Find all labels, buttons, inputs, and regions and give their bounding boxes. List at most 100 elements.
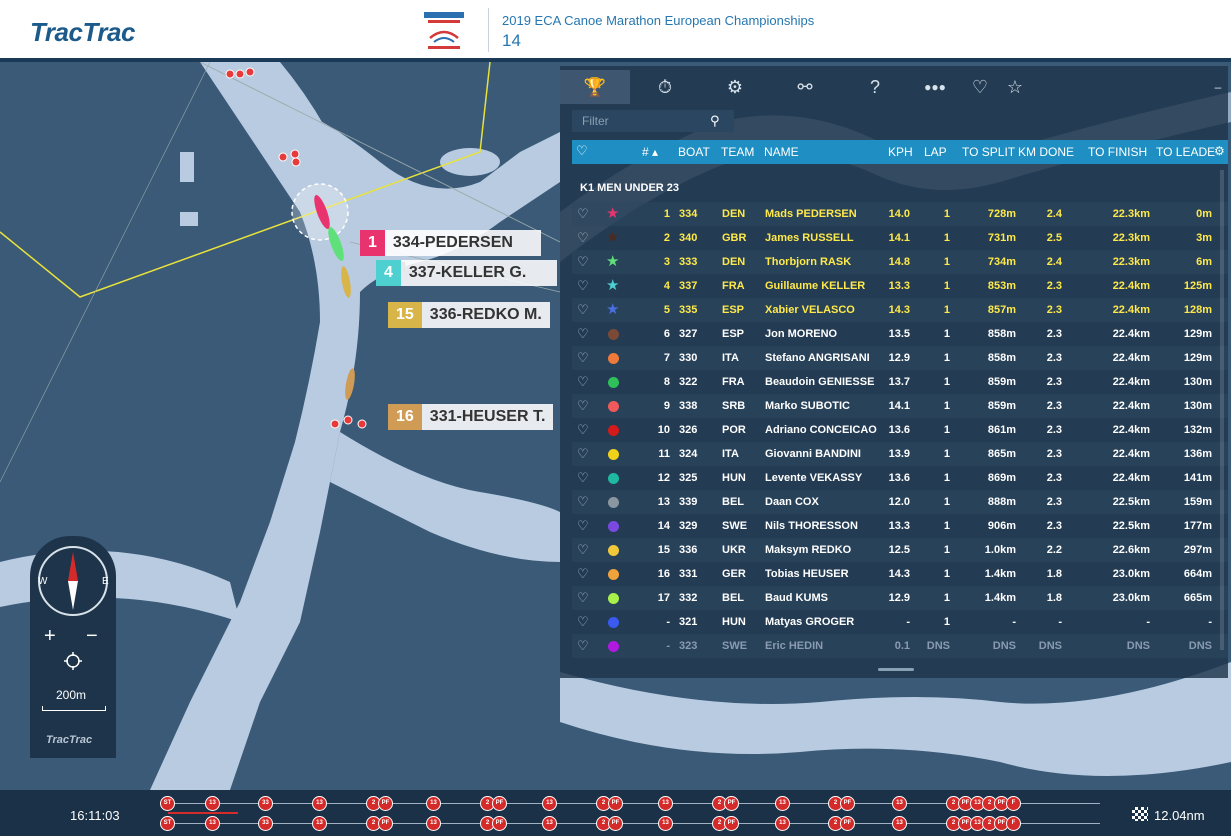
table-row[interactable]: ♡ 6 327 ESP Jon MORENO 13.5 1 858m 2.3 22.4km 129m	[572, 322, 1228, 346]
timeline-marker[interactable]: 13	[658, 816, 673, 831]
col-to-finish[interactable]: TO FINISH	[1088, 145, 1147, 159]
favorite-heart-icon[interactable]: ♡	[577, 494, 589, 510]
tab-share[interactable]: ⚯	[770, 70, 840, 104]
collapse-panel-button[interactable]: –	[1208, 70, 1228, 104]
table-row[interactable]: ♡ ★ 4 337 FRA Guillaume KELLER 13.3 1 853m 2.3 22.…	[572, 274, 1228, 298]
timeline-marker[interactable]: F	[1006, 816, 1021, 831]
boat-label-pedersen[interactable]: 1 334-PEDERSEN M.	[360, 230, 541, 277]
timeline-marker[interactable]: ST	[160, 816, 175, 831]
table-row[interactable]: ♡ 8 322 FRA Beaudoin GENIESSE 13.7 1 859m 2.3 22.…	[572, 370, 1228, 394]
favorite-heart-icon[interactable]: ♡	[577, 422, 589, 438]
favorite-heart-icon[interactable]: ♡	[577, 326, 589, 342]
tractrac-logo[interactable]: TracTrac	[30, 17, 135, 48]
boat-label-redko[interactable]: 15 336-REDKO M.	[388, 302, 550, 328]
table-row[interactable]: ♡ 10 326 POR Adriano CONCEICAO 13.6 1 861m 2.3 22…	[572, 418, 1228, 442]
timeline-marker[interactable]: PF	[378, 816, 393, 831]
tab-timer[interactable]: ⏱	[630, 70, 700, 104]
timeline-marker[interactable]: 13	[892, 796, 907, 811]
timeline-marker[interactable]: 13	[426, 796, 441, 811]
favorite-heart-icon[interactable]: ♡	[577, 566, 589, 582]
toggle-all-boats[interactable]: ●●●	[910, 70, 960, 104]
favorite-heart-icon[interactable]: ♡	[577, 638, 589, 654]
col-km-done[interactable]: KM DONE	[1018, 145, 1074, 159]
tab-help[interactable]: ?	[840, 70, 910, 104]
locate-crosshair-icon[interactable]	[64, 652, 82, 670]
timeline-marker[interactable]: 33	[258, 796, 273, 811]
favorite-heart-icon[interactable]: ♡	[577, 230, 589, 246]
header-heart-icon[interactable]: ♡	[576, 143, 588, 159]
table-row[interactable]: ♡ ★ 5 335 ESP Xabier VELASCO 14.3 1 857m 2.3 22.4k…	[572, 298, 1228, 322]
timeline-marker[interactable]: 13	[312, 796, 327, 811]
table-row[interactable]: ♡ ★ 3 333 DEN Thorbjorn RASK 14.8 1 734m 2.4 22.3k…	[572, 250, 1228, 274]
leaderboard-scrollbar[interactable]	[1220, 170, 1224, 650]
timeline-marker[interactable]: PF	[492, 796, 507, 811]
favorite-heart-icon[interactable]: ♡	[577, 350, 589, 366]
timeline-marker[interactable]: PF	[840, 816, 855, 831]
zoom-in-button[interactable]: +	[44, 626, 56, 646]
favorite-heart-icon[interactable]: ♡	[577, 374, 589, 390]
table-row[interactable]: ♡ 11 324 ITA Giovanni BANDINI 13.9 1 865m 2.3 22.…	[572, 442, 1228, 466]
col-team[interactable]: TEAM	[721, 145, 754, 159]
boat-label-keller[interactable]: 4 337-KELLER G.	[376, 260, 557, 286]
timeline-marker[interactable]: PF	[724, 816, 739, 831]
table-row[interactable]: ♡ 16 331 GER Tobias HEUSER 14.3 1 1.4km 1.8 23.0k…	[572, 562, 1228, 586]
boat-label-heuser[interactable]: 16 331-HEUSER T.	[388, 404, 554, 430]
tab-settings[interactable]: ⚙	[700, 70, 770, 104]
col-lap[interactable]: LAP	[924, 145, 947, 159]
column-settings-icon[interactable]: ⚙	[1214, 144, 1225, 158]
favorite-heart-icon[interactable]: ♡	[577, 254, 589, 270]
search-icon[interactable]: ⚲	[710, 113, 720, 129]
timeline-marker[interactable]: PF	[840, 796, 855, 811]
tab-leaderboard[interactable]: 🏆	[560, 70, 630, 104]
col-name[interactable]: NAME	[764, 145, 799, 159]
timeline-marker[interactable]: PF	[724, 796, 739, 811]
timeline-marker[interactable]: 13	[775, 816, 790, 831]
col-to-leader[interactable]: TO LEADE	[1156, 145, 1215, 159]
table-row[interactable]: ♡ 7 330 ITA Stefano ANGRISANI 12.9 1 858m 2.3 22.…	[572, 346, 1228, 370]
favorite-heart-icon[interactable]: ♡	[577, 470, 589, 486]
favorite-heart-icon[interactable]: ♡	[577, 398, 589, 414]
zoom-out-button[interactable]: −	[86, 626, 98, 646]
table-row[interactable]: ♡ 14 329 SWE Nils THORESSON 13.3 1 906m 2.3 22.5k…	[572, 514, 1228, 538]
favorite-heart-icon[interactable]: ♡	[577, 278, 589, 294]
timeline-marker[interactable]: 13	[542, 816, 557, 831]
timeline-marker[interactable]: F	[1006, 796, 1021, 811]
favorite-heart-icon[interactable]: ♡	[577, 518, 589, 534]
table-row[interactable]: ♡ 9 338 SRB Marko SUBOTIC 14.1 1 859m 2.3 22.4km 1…	[572, 394, 1228, 418]
col-kph[interactable]: KPH	[888, 145, 913, 159]
timeline-marker[interactable]: ST	[160, 796, 175, 811]
col-position[interactable]: # ▴	[642, 145, 658, 159]
favorite-heart-icon[interactable]: ♡	[577, 542, 589, 558]
timeline-marker[interactable]: 13	[892, 816, 907, 831]
table-row[interactable]: ♡ -321 HUN Matyas GROGER -1- - - -	[572, 610, 1228, 634]
favorite-heart-icon[interactable]: ♡	[577, 614, 589, 630]
timeline-marker[interactable]: 13	[426, 816, 441, 831]
table-row[interactable]: ♡ 17 332 BEL Baud KUMS 12.9 1 1.4km 1.8 23.0km 665…	[572, 586, 1228, 610]
timeline-marker[interactable]: 13	[205, 796, 220, 811]
favorite-heart-icon[interactable]: ♡	[577, 590, 589, 606]
table-row[interactable]: ♡ 12 325 HUN Levente VEKASSY 13.6 1 869m 2.3 22.4…	[572, 466, 1228, 490]
timeline-marker[interactable]: 13	[312, 816, 327, 831]
timeline-marker[interactable]: 13	[658, 796, 673, 811]
panel-resize-handle[interactable]	[878, 668, 914, 671]
col-boat[interactable]: BOAT	[678, 145, 710, 159]
timeline-marker[interactable]: PF	[608, 816, 623, 831]
race-timeline[interactable]: 16:11:03 ST 13 33 13 2 PF 13 2 PF 13 2 PF 13 2 PF 13 2 PF…	[0, 790, 1231, 836]
timeline-marker[interactable]: PF	[492, 816, 507, 831]
table-row[interactable]: ♡ ★ 2 340 GBR James RUSSELL 14.1 1 731m 2.5 22.3km…	[572, 226, 1228, 250]
timeline-marker[interactable]: 13	[205, 816, 220, 831]
table-row[interactable]: ♡ -323 SWE Eric HEDIN 0.1 DNS DNS DNS DNS DNS	[572, 634, 1228, 658]
table-row[interactable]: ♡ 13 339 BEL Daan COX 12.0 1 888m 2.3 22.5km 159m	[572, 490, 1228, 514]
timeline-marker[interactable]: 13	[542, 796, 557, 811]
timeline-marker[interactable]: 13	[775, 796, 790, 811]
col-to-split[interactable]: TO SPLIT	[962, 145, 1015, 159]
favorite-heart-icon[interactable]: ♡	[577, 302, 589, 318]
timeline-marker[interactable]: PF	[378, 796, 393, 811]
timeline-marker[interactable]: 33	[258, 816, 273, 831]
filter-starred[interactable]: ☆	[990, 70, 1040, 104]
table-row[interactable]: ♡ 15 336 UKR Maksym REDKO 12.5 1 1.0km 2.2 22.6km…	[572, 538, 1228, 562]
favorite-heart-icon[interactable]: ♡	[577, 206, 589, 222]
favorite-heart-icon[interactable]: ♡	[577, 446, 589, 462]
timeline-marker[interactable]: PF	[608, 796, 623, 811]
table-row[interactable]: ♡ ★ 1 334 DEN Mads PEDERSEN 14.0 1 728m 2.4 22.3km…	[572, 202, 1228, 226]
